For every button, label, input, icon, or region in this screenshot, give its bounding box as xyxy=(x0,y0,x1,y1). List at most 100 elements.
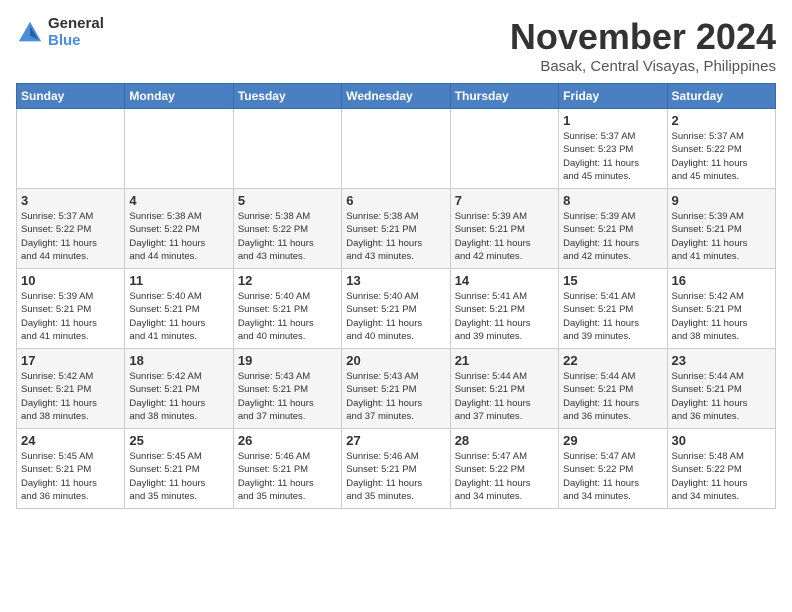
calendar-day-26: 26Sunrise: 5:46 AM Sunset: 5:21 PM Dayli… xyxy=(233,429,341,509)
calendar-table: SundayMondayTuesdayWednesdayThursdayFrid… xyxy=(16,83,776,509)
day-info: Sunrise: 5:40 AM Sunset: 5:21 PM Dayligh… xyxy=(129,290,228,343)
calendar-empty-cell xyxy=(17,109,125,189)
logo-text: General Blue xyxy=(48,16,104,49)
weekday-header-sunday: Sunday xyxy=(17,84,125,109)
day-info: Sunrise: 5:38 AM Sunset: 5:22 PM Dayligh… xyxy=(238,210,337,263)
day-number: 30 xyxy=(672,433,771,448)
day-number: 21 xyxy=(455,353,554,368)
weekday-header-saturday: Saturday xyxy=(667,84,775,109)
day-number: 12 xyxy=(238,273,337,288)
day-info: Sunrise: 5:43 AM Sunset: 5:21 PM Dayligh… xyxy=(238,370,337,423)
weekday-header-thursday: Thursday xyxy=(450,84,558,109)
day-info: Sunrise: 5:41 AM Sunset: 5:21 PM Dayligh… xyxy=(455,290,554,343)
calendar-day-29: 29 Sunrise: 5:47 AM Sunset: 5:22 PM Dayli… xyxy=(559,429,667,509)
day-info: Sunrise: 5:37 AM Sunset: 5:22 PM Dayligh… xyxy=(21,210,120,263)
calendar-day-1: 1 Sunrise: 5:37 AM Sunset: 5:23 PM Daylig… xyxy=(559,109,667,189)
calendar-week-row: 3 Sunrise: 5:37 AM Sunset: 5:22 PM Daylig… xyxy=(17,189,776,269)
calendar-day-23: 23Sunrise: 5:44 AM Sunset: 5:21 PM Dayli… xyxy=(667,349,775,429)
day-number: 1 xyxy=(563,113,662,128)
calendar-empty-cell xyxy=(342,109,450,189)
calendar-day-9: 9 Sunrise: 5:39 AM Sunset: 5:21 PM Daylig… xyxy=(667,189,775,269)
calendar-week-row: 1 Sunrise: 5:37 AM Sunset: 5:23 PM Daylig… xyxy=(17,109,776,189)
calendar-day-8: 8 Sunrise: 5:39 AM Sunset: 5:21 PM Daylig… xyxy=(559,189,667,269)
calendar-day-19: 19 Sunrise: 5:43 AM Sunset: 5:21 PM Dayli… xyxy=(233,349,341,429)
day-info: Sunrise: 5:47 AM Sunset: 5:22 PM Dayligh… xyxy=(455,450,554,503)
calendar-empty-cell xyxy=(233,109,341,189)
day-info: Sunrise: 5:39 AM Sunset: 5:21 PM Dayligh… xyxy=(563,210,662,263)
day-number: 5 xyxy=(238,193,337,208)
calendar-day-10: 10 Sunrise: 5:39 AM Sunset: 5:21 PM Dayli… xyxy=(17,269,125,349)
day-info: Sunrise: 5:42 AM Sunset: 5:21 PM Dayligh… xyxy=(21,370,120,423)
calendar-day-11: 11 Sunrise: 5:40 AM Sunset: 5:21 PM Dayli… xyxy=(125,269,233,349)
day-info: Sunrise: 5:47 AM Sunset: 5:22 PM Dayligh… xyxy=(563,450,662,503)
weekday-header-wednesday: Wednesday xyxy=(342,84,450,109)
calendar-week-row: 17 Sunrise: 5:42 AM Sunset: 5:21 PM Dayli… xyxy=(17,349,776,429)
day-info: Sunrise: 5:38 AM Sunset: 5:22 PM Dayligh… xyxy=(129,210,228,263)
day-info: Sunrise: 5:38 AM Sunset: 5:21 PM Dayligh… xyxy=(346,210,445,263)
calendar-day-7: 7Sunrise: 5:39 AM Sunset: 5:21 PM Daylig… xyxy=(450,189,558,269)
day-info: Sunrise: 5:45 AM Sunset: 5:21 PM Dayligh… xyxy=(21,450,120,503)
day-number: 9 xyxy=(672,193,771,208)
calendar-empty-cell xyxy=(125,109,233,189)
month-title: November 2024 xyxy=(510,16,776,58)
day-number: 8 xyxy=(563,193,662,208)
weekday-header-monday: Monday xyxy=(125,84,233,109)
day-info: Sunrise: 5:40 AM Sunset: 5:21 PM Dayligh… xyxy=(238,290,337,343)
calendar-day-3: 3 Sunrise: 5:37 AM Sunset: 5:22 PM Daylig… xyxy=(17,189,125,269)
calendar-day-22: 22Sunrise: 5:44 AM Sunset: 5:21 PM Dayli… xyxy=(559,349,667,429)
day-info: Sunrise: 5:37 AM Sunset: 5:23 PM Dayligh… xyxy=(563,130,662,183)
calendar-day-27: 27 Sunrise: 5:46 AM Sunset: 5:21 PM Dayli… xyxy=(342,429,450,509)
day-number: 24 xyxy=(21,433,120,448)
calendar-day-6: 6 Sunrise: 5:38 AM Sunset: 5:21 PM Daylig… xyxy=(342,189,450,269)
day-number: 6 xyxy=(346,193,445,208)
day-info: Sunrise: 5:39 AM Sunset: 5:21 PM Dayligh… xyxy=(672,210,771,263)
day-info: Sunrise: 5:39 AM Sunset: 5:21 PM Dayligh… xyxy=(455,210,554,263)
day-number: 28 xyxy=(455,433,554,448)
day-number: 3 xyxy=(21,193,120,208)
day-number: 29 xyxy=(563,433,662,448)
day-number: 2 xyxy=(672,113,771,128)
day-number: 17 xyxy=(21,353,120,368)
day-number: 14 xyxy=(455,273,554,288)
day-info: Sunrise: 5:48 AM Sunset: 5:22 PM Dayligh… xyxy=(672,450,771,503)
day-info: Sunrise: 5:42 AM Sunset: 5:21 PM Dayligh… xyxy=(129,370,228,423)
calendar-day-2: 2Sunrise: 5:37 AM Sunset: 5:22 PM Daylig… xyxy=(667,109,775,189)
day-number: 16 xyxy=(672,273,771,288)
logo-blue-text: Blue xyxy=(48,33,104,50)
day-number: 27 xyxy=(346,433,445,448)
calendar-day-30: 30 Sunrise: 5:48 AM Sunset: 5:22 PM Dayli… xyxy=(667,429,775,509)
calendar-day-28: 28 Sunrise: 5:47 AM Sunset: 5:22 PM Dayli… xyxy=(450,429,558,509)
day-number: 25 xyxy=(129,433,228,448)
day-info: Sunrise: 5:41 AM Sunset: 5:21 PM Dayligh… xyxy=(563,290,662,343)
calendar-day-16: 16 Sunrise: 5:42 AM Sunset: 5:21 PM Dayli… xyxy=(667,269,775,349)
day-info: Sunrise: 5:43 AM Sunset: 5:21 PM Dayligh… xyxy=(346,370,445,423)
logo-general-text: General xyxy=(48,16,104,33)
day-info: Sunrise: 5:42 AM Sunset: 5:21 PM Dayligh… xyxy=(672,290,771,343)
title-area: November 2024 Basak, Central Visayas, Ph… xyxy=(510,16,776,75)
calendar-day-13: 13Sunrise: 5:40 AM Sunset: 5:21 PM Dayli… xyxy=(342,269,450,349)
calendar-week-row: 10 Sunrise: 5:39 AM Sunset: 5:21 PM Dayli… xyxy=(17,269,776,349)
day-info: Sunrise: 5:46 AM Sunset: 5:21 PM Dayligh… xyxy=(346,450,445,503)
day-number: 10 xyxy=(21,273,120,288)
day-info: Sunrise: 5:44 AM Sunset: 5:21 PM Dayligh… xyxy=(563,370,662,423)
calendar-day-4: 4 Sunrise: 5:38 AM Sunset: 5:22 PM Daylig… xyxy=(125,189,233,269)
header: General Blue November 2024 Basak, Centra… xyxy=(16,16,776,75)
calendar-day-21: 21Sunrise: 5:44 AM Sunset: 5:21 PM Dayli… xyxy=(450,349,558,429)
calendar-day-14: 14 Sunrise: 5:41 AM Sunset: 5:21 PM Dayli… xyxy=(450,269,558,349)
weekday-header-friday: Friday xyxy=(559,84,667,109)
day-number: 11 xyxy=(129,273,228,288)
day-info: Sunrise: 5:39 AM Sunset: 5:21 PM Dayligh… xyxy=(21,290,120,343)
day-number: 13 xyxy=(346,273,445,288)
day-number: 18 xyxy=(129,353,228,368)
location-title: Basak, Central Visayas, Philippines xyxy=(510,58,776,75)
weekday-header-row: SundayMondayTuesdayWednesdayThursdayFrid… xyxy=(17,84,776,109)
day-number: 23 xyxy=(672,353,771,368)
day-info: Sunrise: 5:45 AM Sunset: 5:21 PM Dayligh… xyxy=(129,450,228,503)
calendar-empty-cell xyxy=(450,109,558,189)
calendar-day-25: 25 Sunrise: 5:45 AM Sunset: 5:21 PM Dayli… xyxy=(125,429,233,509)
day-number: 26 xyxy=(238,433,337,448)
calendar-week-row: 24 Sunrise: 5:45 AM Sunset: 5:21 PM Dayli… xyxy=(17,429,776,509)
calendar-day-15: 15Sunrise: 5:41 AM Sunset: 5:21 PM Dayli… xyxy=(559,269,667,349)
day-number: 4 xyxy=(129,193,228,208)
day-number: 19 xyxy=(238,353,337,368)
